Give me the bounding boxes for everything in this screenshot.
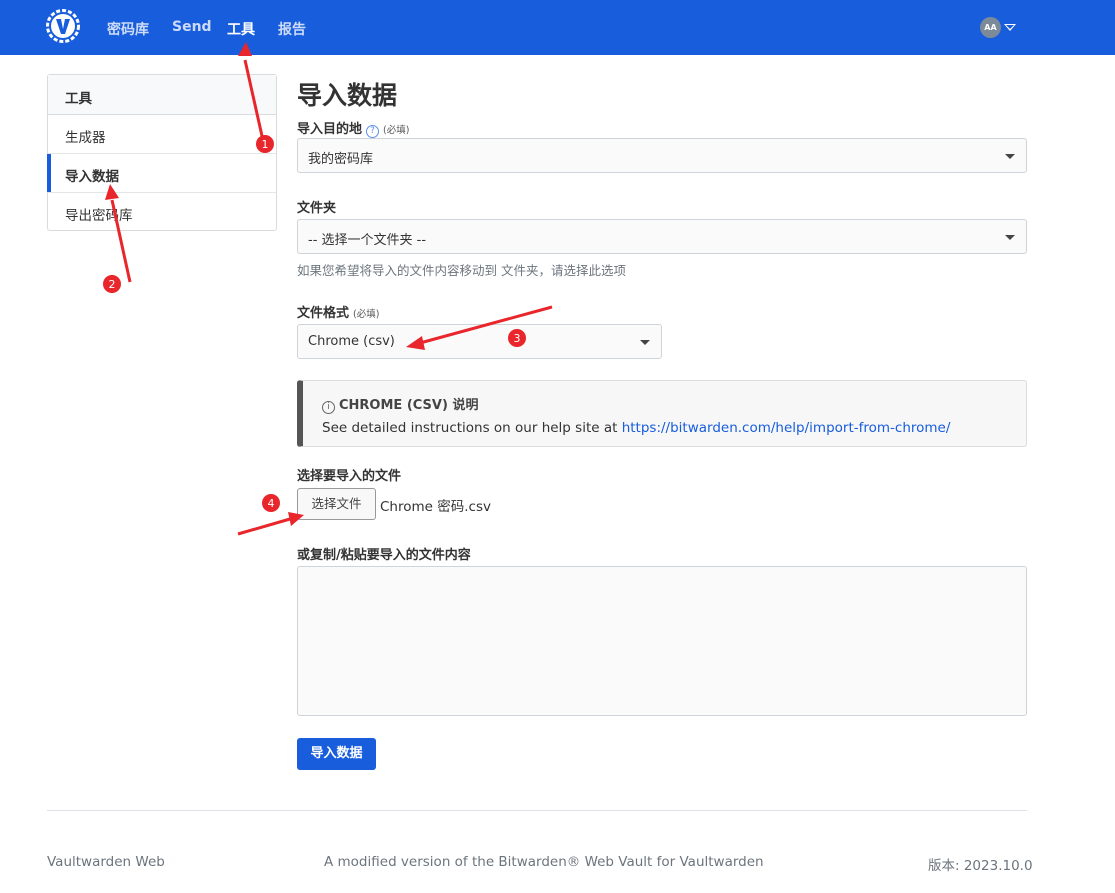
tools-sidebar: 工具 生成器 导入数据 导出密码库 [47,74,277,231]
format-instructions-callout: i CHROME (CSV) 说明 See detailed instructio… [297,380,1027,447]
paste-label: 或复制/粘贴要导入的文件内容 [297,548,471,563]
chevron-down-icon [1005,154,1015,159]
footer-app-name: Vaultwarden Web [47,854,165,870]
chevron-down-icon [1005,235,1015,240]
destination-label-text: 导入目的地 [297,122,363,137]
help-site-link[interactable]: https://bitwarden.com/help/import-from-c… [622,420,951,436]
footer-description: A modified version of the Bitwarden® Web… [324,854,764,870]
paste-contents-textarea[interactable] [297,566,1027,716]
chosen-file-name: Chrome 密码.csv [380,499,491,515]
format-label-text: 文件格式 [297,306,350,321]
format-label: 文件格式 (必填) [297,302,379,321]
folder-hint: 如果您希望将导入的文件内容移动到 文件夹，请选择此选项 [297,263,626,278]
format-select-value: Chrome (csv) [308,334,395,349]
annotation-marker-2-label: 2 [109,278,116,291]
callout-title: i CHROME (CSV) 说明 [322,394,478,414]
top-navbar: 密码库 Send 工具 报告 AA [0,0,1115,55]
help-circle-icon[interactable]: ? [366,125,380,138]
callout-text: See detailed instructions on our help si… [322,420,950,436]
annotation-marker-4-label: 4 [268,497,275,510]
destination-select-value: 我的密码库 [308,152,374,167]
nav-tools[interactable]: 工具 [227,19,255,39]
folder-select[interactable]: -- 选择一个文件夹 -- [297,219,1027,254]
format-required: (必填) [353,309,380,320]
sidebar-item-generator[interactable]: 生成器 [48,115,276,154]
format-select[interactable]: Chrome (csv) [297,324,662,359]
annotation-arrow-4 [237,517,291,536]
import-data-button[interactable]: 导入数据 [297,738,376,770]
sidebar-item-export-vault[interactable]: 导出密码库 [48,193,276,232]
vaultwarden-logo-icon[interactable] [46,9,80,43]
footer-version: 版本: 2023.10.0 [928,858,1033,874]
annotation-marker-2 [103,275,121,293]
nav-vault[interactable]: 密码库 [107,19,149,39]
footer-divider [47,810,1027,811]
destination-label: 导入目的地? (必填) [297,118,409,138]
choose-file-button[interactable]: 选择文件 [297,488,376,520]
callout-title-text: CHROME (CSV) 说明 [339,398,479,413]
destination-required: (必填) [383,125,410,136]
chevron-down-icon [640,340,650,345]
sidebar-item-import-data[interactable]: 导入数据 [47,154,276,193]
folder-label: 文件夹 [297,201,337,216]
nav-reports[interactable]: 报告 [278,19,306,39]
sidebar-heading: 工具 [48,75,276,115]
account-chevron-down-icon[interactable] [1004,24,1016,31]
destination-select[interactable]: 我的密码库 [297,138,1027,173]
folder-select-value: -- 选择一个文件夹 -- [308,233,427,248]
page-title: 导入数据 [297,81,398,110]
file-label: 选择要导入的文件 [297,469,402,484]
user-avatar[interactable]: AA [980,17,1001,38]
nav-send[interactable]: Send [172,19,212,35]
annotation-marker-4 [262,494,280,512]
info-icon: i [322,401,335,414]
callout-body: See detailed instructions on our help si… [322,420,622,436]
